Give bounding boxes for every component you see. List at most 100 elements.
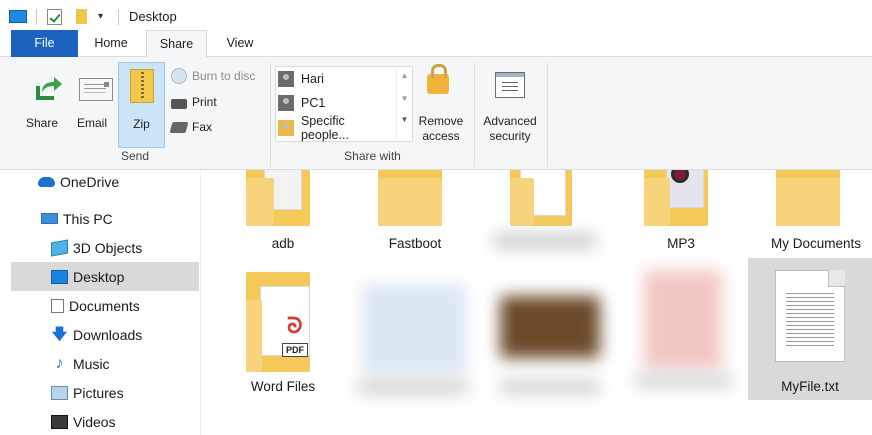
blurred-tile-2[interactable] xyxy=(492,274,608,400)
user-icon xyxy=(278,95,294,111)
videos-icon xyxy=(51,414,68,429)
file-name: MP3 xyxy=(667,236,695,251)
folder-icon xyxy=(510,170,572,226)
more-dropdown-icon[interactable]: ▼ xyxy=(397,115,412,124)
folder-icon xyxy=(776,170,840,226)
share-arrow-icon xyxy=(36,77,62,100)
email-label: Email xyxy=(76,116,107,130)
folder-tile-adb[interactable]: adb xyxy=(232,170,334,255)
computer-icon xyxy=(41,213,58,224)
fax-button[interactable]: Fax xyxy=(169,117,213,137)
nav-item-documents[interactable]: Documents xyxy=(11,291,199,320)
folder-flap xyxy=(246,300,262,372)
properties-quick-access-icon[interactable] xyxy=(47,9,62,25)
share-with-list[interactable]: Hari PC1 Specific people... ▲ ▼ ▼ xyxy=(275,66,413,142)
nav-item-label: This PC xyxy=(63,210,113,227)
blurred-name xyxy=(494,234,596,248)
nav-item-videos[interactable]: Videos xyxy=(11,407,199,435)
share-with-item-pc1[interactable]: PC1 xyxy=(278,92,396,114)
burn-to-disc-label: Burn to disc xyxy=(192,69,256,83)
share-with-item-label: Specific people... xyxy=(300,114,349,142)
group-separator xyxy=(547,63,548,167)
burn-to-disc-button[interactable]: Burn to disc xyxy=(171,66,255,86)
nav-item-onedrive[interactable]: OneDrive xyxy=(38,167,226,196)
new-folder-quick-access-icon[interactable] xyxy=(76,9,87,24)
advanced-security-button[interactable]: Advanced security xyxy=(479,62,541,148)
share-with-item-hari[interactable]: Hari xyxy=(278,68,396,90)
print-button[interactable]: Print xyxy=(171,92,217,112)
music-icon: ♪ xyxy=(55,354,64,372)
pictures-icon xyxy=(51,385,68,400)
blurred-name xyxy=(500,380,600,394)
folder-icon xyxy=(246,170,310,226)
nav-item-label: Music xyxy=(73,355,110,372)
music-disc-icon xyxy=(666,170,704,208)
file-list-area: adb Fastboot MP3 My Documents ᘐ PDF Word… xyxy=(202,170,872,435)
nav-item-label: Videos xyxy=(73,413,116,430)
tab-home[interactable]: Home xyxy=(84,30,138,57)
folder-flap xyxy=(246,178,274,226)
blurred-thumbnail xyxy=(500,296,600,358)
file-name: MyFile.txt xyxy=(781,379,839,394)
folder-flap xyxy=(378,178,442,226)
nav-item-label: Documents xyxy=(69,297,140,314)
nav-item-this-pc[interactable]: This PC xyxy=(41,204,229,233)
security-settings-icon xyxy=(495,72,525,98)
blurred-tile-3[interactable] xyxy=(628,264,738,400)
acrobat-logo-icon: ᘐ xyxy=(287,313,303,338)
navigation-pane: OneDrive This PC 3D Objects Desktop Docu… xyxy=(0,170,201,435)
folder-tile-my-documents[interactable]: My Documents xyxy=(760,170,872,255)
group-separator xyxy=(474,63,475,167)
nav-item-music[interactable]: ♪ Music xyxy=(11,349,199,378)
nav-item-3d-objects[interactable]: 3D Objects xyxy=(11,233,199,262)
title-separator xyxy=(36,9,37,25)
title-bar: ▾ Desktop xyxy=(0,0,872,30)
nav-item-label: Desktop xyxy=(73,268,125,285)
cloud-icon xyxy=(38,176,55,187)
share-button[interactable]: Share xyxy=(21,62,63,148)
nav-item-label: OneDrive xyxy=(60,173,120,190)
scroll-down-icon[interactable]: ▼ xyxy=(397,94,412,103)
zip-button[interactable]: Zip xyxy=(118,62,165,148)
window-title: Desktop xyxy=(129,9,177,24)
nav-item-downloads[interactable]: 🡇 Downloads xyxy=(11,320,199,349)
scroll-up-icon[interactable]: ▲ xyxy=(397,71,412,80)
folder-tile-blurred[interactable] xyxy=(494,170,600,255)
blurred-thumbnail xyxy=(644,270,722,370)
customize-quick-access-dropdown-icon[interactable]: ▾ xyxy=(98,11,103,22)
file-name: My Documents xyxy=(770,236,862,251)
folder-tile-word-files[interactable]: ᘐ PDF Word Files xyxy=(232,264,334,400)
blurred-name xyxy=(358,380,468,394)
pdf-badge: PDF xyxy=(282,343,308,357)
nav-item-desktop[interactable]: Desktop xyxy=(11,262,199,291)
send-group-label: Send xyxy=(120,149,150,163)
title-separator xyxy=(118,9,119,25)
explorer-window-icon[interactable] xyxy=(9,10,27,23)
fax-label: Fax xyxy=(192,120,213,134)
file-tile-myfile-txt[interactable]: MyFile.txt xyxy=(748,258,872,400)
share-with-scrollbar[interactable]: ▲ ▼ ▼ xyxy=(396,67,412,141)
email-button[interactable]: Email xyxy=(70,62,114,148)
nav-item-label: Pictures xyxy=(73,384,124,401)
tab-file[interactable]: File xyxy=(11,30,78,57)
people-icon xyxy=(278,120,294,136)
download-icon: 🡇 xyxy=(51,325,68,343)
folder-icon: ᘐ PDF xyxy=(246,272,310,372)
zip-folder-icon xyxy=(130,69,154,103)
folder-tile-mp3[interactable]: MP3 xyxy=(630,170,732,255)
ribbon-share: Share Email Zip Burn to disc Print Fax S… xyxy=(0,57,872,170)
remove-access-label: Remove access xyxy=(418,114,464,143)
disc-icon xyxy=(171,68,187,84)
folder-flap xyxy=(776,178,840,226)
tab-share[interactable]: Share xyxy=(146,30,207,58)
file-name: Word Files xyxy=(250,379,316,394)
remove-access-button[interactable]: Remove access xyxy=(415,62,467,148)
pdf-document-icon: ᘐ PDF xyxy=(260,286,310,357)
desktop-icon xyxy=(51,269,68,284)
share-with-item-specific-people[interactable]: Specific people... xyxy=(278,114,396,142)
tab-view[interactable]: View xyxy=(215,30,265,57)
share-with-group-label: Share with xyxy=(344,149,401,163)
blurred-tile-1[interactable] xyxy=(354,274,472,400)
folder-tile-fastboot[interactable]: Fastboot xyxy=(364,170,466,255)
nav-item-pictures[interactable]: Pictures xyxy=(11,378,199,407)
